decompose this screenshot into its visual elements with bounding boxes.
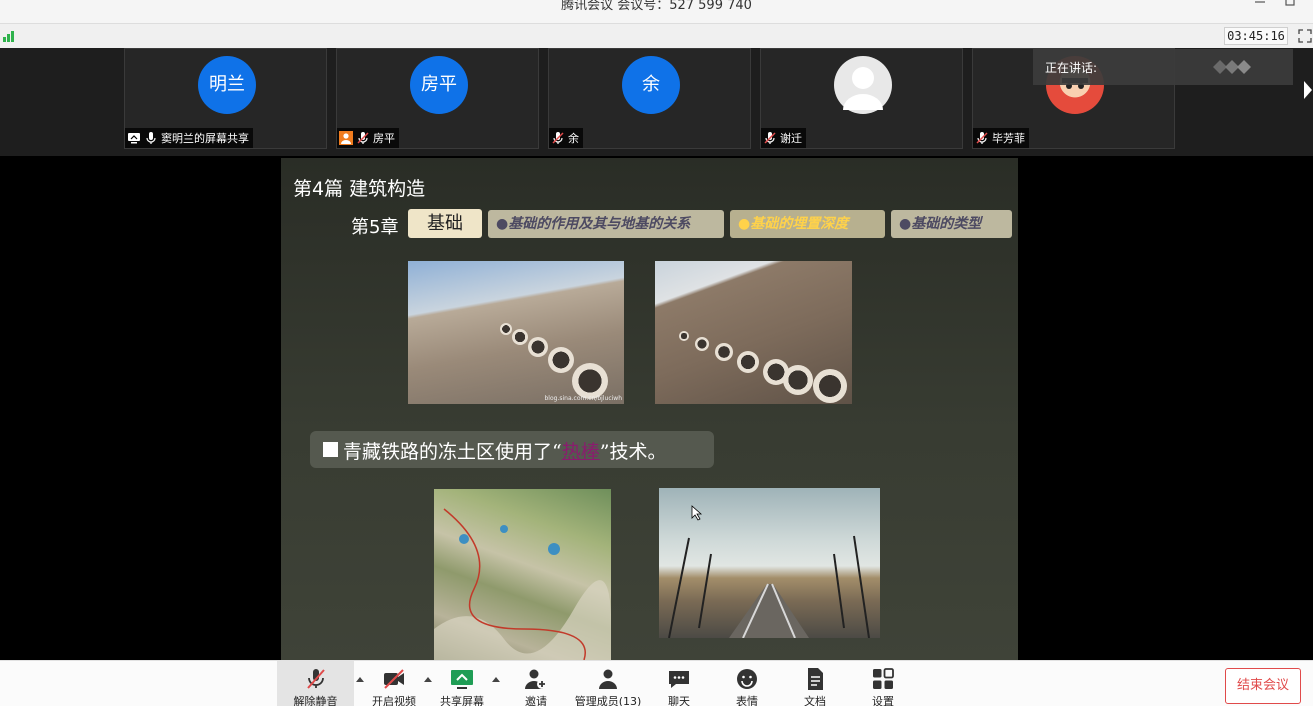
members-icon [599,669,617,689]
bullet-square-icon [323,442,338,457]
slide-bullet: 青藏铁路的冻土区使用了“热棒”技术。 [310,431,714,468]
microphone-muted-icon [976,132,988,144]
microphone-muted-icon [764,132,776,144]
microphone-icon [146,132,156,144]
microphone-muted-icon [306,669,325,689]
settings-button[interactable]: 设置 [855,661,911,706]
settings-grid-icon [873,668,894,689]
invite-button[interactable]: 邀请 [508,661,564,706]
avatar: 房平 [410,56,468,114]
slide-active-tab: 基础 [408,209,482,238]
participant-label: 谢迁 [761,128,806,148]
documents-button[interactable]: 文档 [787,661,843,706]
participant-tile[interactable]: 谢迁 [760,48,963,149]
manage-members-button[interactable]: 管理成员(13) [566,661,650,706]
window-title: 腾讯会议 会议号：527 599 740 [561,0,752,13]
share-screen-icon [451,670,473,689]
photo-watermark: blog.sina.com.cn/bjluciwh [544,395,622,402]
fullscreen-icon[interactable] [1298,29,1312,43]
avatar: 明兰 [198,56,256,114]
participant-tile[interactable]: 余 余 [548,48,751,149]
screen-share-icon [128,133,140,144]
speaking-indicator: 正在讲话: [1033,49,1293,85]
mouse-cursor-icon [691,505,703,521]
video-options-caret-icon[interactable] [423,675,433,683]
default-avatar-icon [834,56,892,114]
meeting-window: 腾讯会议 会议号：527 599 740 03:45:16 明兰 窦明兰的屏幕共… [0,0,1313,706]
tencent-meeting-logo-icon [1213,60,1251,74]
slide-chapter: 第5章 [351,217,399,238]
slide-tab: ●基础的类型 [891,210,1012,238]
emoji-icon [737,669,757,689]
network-signal-icon[interactable] [3,30,17,42]
microphone-muted-icon [552,132,564,144]
participant-label: 房平 [337,128,399,148]
participant-name: 毕芳菲 [992,132,1025,145]
title-bar: 腾讯会议 会议号：527 599 740 [0,0,1313,24]
next-page-arrow-icon[interactable] [1303,80,1313,100]
participant-name: 谢迁 [780,132,802,145]
participant-label: 余 [549,128,583,148]
document-icon [808,668,823,690]
slide-tab: ●基础的埋置深度 [730,210,885,238]
restore-icon [1285,0,1295,6]
participant-name: 房平 [373,132,395,145]
speaking-label: 正在讲话: [1045,61,1098,75]
culvert-photo-1: blog.sina.com.cn/bjluciwh [408,261,624,404]
meeting-timer: 03:45:16 [1224,27,1288,45]
avatar: 余 [622,56,680,114]
unmute-button[interactable]: 解除静音 [277,661,354,706]
start-video-button[interactable]: 开启视频 [366,661,422,706]
add-user-icon [525,669,547,689]
microphone-muted-icon [357,132,369,144]
status-bar: 03:45:16 [0,24,1313,48]
slide-part-title: 第4篇 建筑构造 [293,178,426,200]
end-meeting-button[interactable]: 结束会议 [1225,668,1301,704]
terrain-model-photo [434,489,611,660]
video-off-icon [384,669,404,689]
participant-label: 毕芳菲 [973,128,1029,148]
minimize-button[interactable] [1250,0,1270,12]
audio-options-caret-icon[interactable] [355,675,365,683]
user-icon [339,131,353,145]
meeting-toolbar: 解除静音 开启视频 共享屏幕 邀请 管理成员(13) 聊天 表情 文档 设置 结… [0,660,1313,706]
share-screen-button[interactable]: 共享屏幕 [434,661,490,706]
share-options-caret-icon[interactable] [491,675,501,683]
bullet-highlight-link[interactable]: 热棒 [562,441,600,463]
minimize-icon [1255,1,1265,3]
participant-tile[interactable]: 明兰 窦明兰的屏幕共享 [124,48,327,149]
shared-slide: 第4篇 建筑构造 第5章 基础 ●基础的作用及其与地基的关系 ●基础的埋置深度 … [281,158,1018,660]
participant-tile[interactable]: 房平 房平 [336,48,539,149]
participant-name: 余 [568,132,579,145]
culvert-photo-2 [655,261,852,404]
restore-button[interactable] [1280,0,1300,12]
participant-label: 窦明兰的屏幕共享 [125,128,253,148]
bullet-text: 青藏铁路的冻土区使用了“热棒”技术。 [343,441,667,463]
participant-name: 窦明兰的屏幕共享 [161,132,249,145]
chat-button[interactable]: 聊天 [651,661,707,706]
slide-tab: ●基础的作用及其与地基的关系 [488,210,724,238]
emoji-button[interactable]: 表情 [719,661,775,706]
chat-icon [669,671,689,688]
